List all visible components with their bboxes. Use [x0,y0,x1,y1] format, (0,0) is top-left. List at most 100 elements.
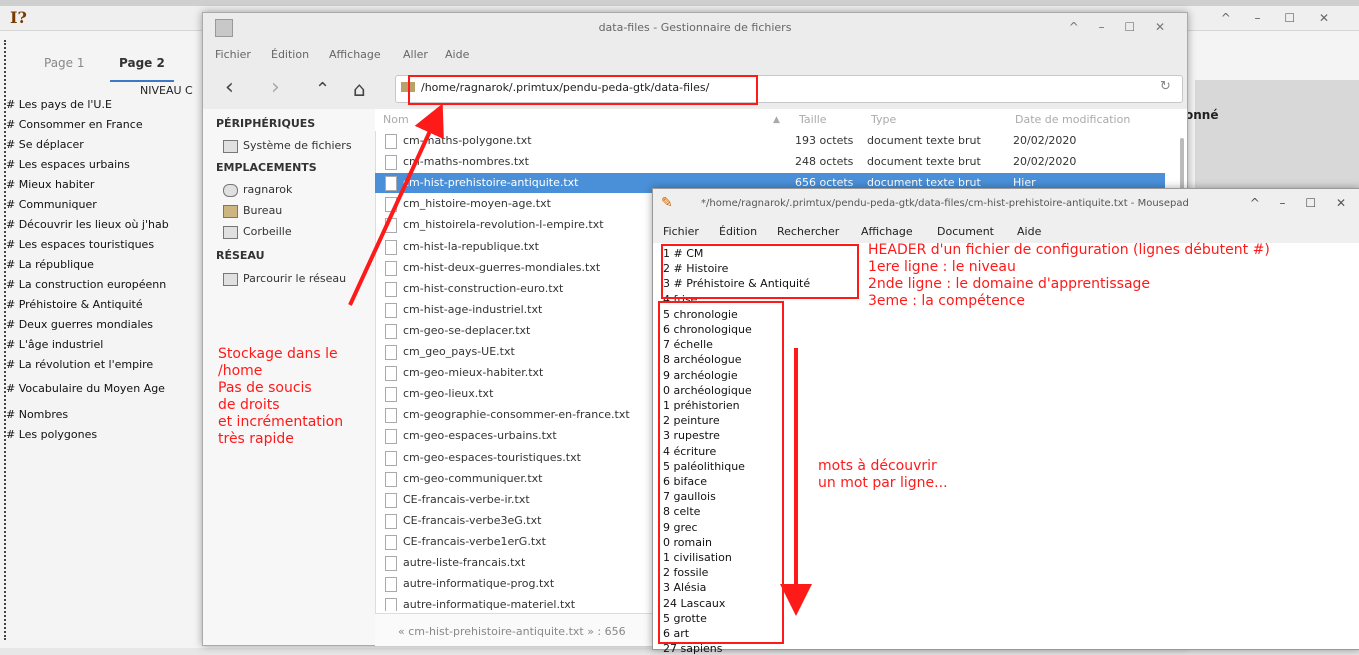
right-panel-label: onné [1185,108,1219,122]
theme-list-item[interactable]: # Vocabulaire du Moyen Age [6,382,165,395]
up-icon[interactable]: ⌃ [315,79,330,100]
theme-list-item[interactable]: # Communiquer [6,198,97,211]
file-name: autre-informatique-prog.txt [403,577,555,591]
file-name: CE-francais-verbe1erG.txt [403,534,546,548]
file-name: cm-hist-age-industriel.txt [403,302,543,316]
annotation-header-box [661,244,859,299]
annotation-header-line: 1ere ligne : le niveau [868,259,1016,275]
column-name[interactable]: Nom [383,113,409,126]
app-window-controls[interactable]: ^ – ☐ ✕ [1221,11,1339,25]
fm-status-text: « cm-hist-prehistoire-antiquite.txt » : … [398,625,626,638]
text-file-icon [385,176,397,192]
file-name: cm_geo_pays-UE.txt [403,345,515,358]
theme-list-item[interactable]: # Les pays de l'U.E [6,98,112,111]
sidebar-header-devices: PÉRIPHÉRIQUES [216,117,316,130]
home-icon[interactable]: ⌂ [353,77,366,101]
back-icon[interactable]: ‹ [225,75,234,100]
text-file-icon [385,197,397,213]
mp-menu-aide[interactable]: Aide [1017,225,1041,238]
fm-window-controls[interactable]: ^ – ☐ ✕ [1069,20,1173,34]
fm-menu-fichier[interactable]: Fichier [215,48,251,61]
annotation-storage-line: Stockage dans le [218,346,338,362]
forward-icon[interactable]: › [271,75,280,100]
network-icon [223,273,238,286]
home-folder-icon [223,184,238,197]
file-name: cm-geo-espaces-urbains.txt [403,429,557,443]
file-name: CE-francais-verbe-ir.txt [403,492,530,506]
mp-menu-edition[interactable]: Édition [719,225,757,238]
theme-list-item[interactable]: # La république [6,258,94,271]
file-name: cm-maths-polygone.txt [403,134,532,147]
text-file-icon [385,598,397,611]
file-row[interactable]: cm-maths-nombres.txt 248 octets document t… [375,152,1165,172]
sidebar-item-browse-network[interactable]: Parcourir le réseau [243,272,346,285]
theme-list-item[interactable]: # Deux guerres mondiales [6,318,153,331]
file-row[interactable]: cm-maths-polygone.txt 193 octets document … [375,131,1165,151]
theme-list-item[interactable]: # Les espaces urbains [6,158,130,171]
fm-menu-aide[interactable]: Aide [445,48,469,61]
annotation-storage-text: Stockage dans le /home Pas de soucis de … [218,346,343,448]
file-name: autre-informatique-materiel.txt [403,598,576,611]
theme-list-item[interactable]: # La construction européenn [6,278,166,291]
tab-page-1[interactable]: Page 1 [44,56,85,70]
mp-window-controls[interactable]: ^ – ☐ ✕ [1250,196,1354,210]
text-file-icon [385,260,397,276]
file-list-header: Nom ▲ Taille Type Date de modification [375,109,1187,131]
file-size: 248 octets [795,155,854,169]
file-name: cm-hist-deux-guerres-mondiales.txt [403,260,601,274]
mp-menu-fichier[interactable]: Fichier [663,225,699,238]
column-type[interactable]: Type [871,113,896,126]
theme-list-item[interactable]: # Préhistoire & Antiquité [6,298,143,311]
theme-list-item[interactable]: # La révolution et l'empire [6,358,153,371]
annotation-storage-line: très rapide [218,431,294,447]
fm-menu-edition[interactable]: Édition [271,48,309,61]
reload-icon[interactable]: ↻ [1160,79,1171,94]
file-name: cm-maths-nombres.txt [403,155,529,169]
mp-menu-document[interactable]: Document [937,225,994,238]
sidebar-item-bureau[interactable]: Bureau [243,204,282,217]
text-file-icon [385,345,397,360]
text-file-icon [385,302,397,318]
level-label: NIVEAU C [140,84,193,97]
file-name: cm-hist-la-republique.txt [403,239,539,253]
mp-menubar: Fichier Édition Rechercher Affichage Doc… [653,219,1359,243]
file-name: cm-geo-communiquer.txt [403,471,543,485]
text-file-icon [385,492,397,508]
file-name: cm-geographie-consommer-en-france.txt [403,408,630,422]
theme-list-item[interactable]: # Les espaces touristiques [6,238,154,251]
annotation-words-line: un mot par ligne... [818,475,948,491]
mp-menu-rechercher[interactable]: Rechercher [777,225,839,238]
theme-list-item[interactable]: # L'âge industriel [6,338,103,351]
text-file-icon [385,134,397,149]
text-file-icon [385,450,397,466]
theme-list-item[interactable]: # Les polygones [6,428,97,441]
file-size: 193 octets [795,134,854,147]
fm-menubar: Fichier Édition Affichage Aller Aide [203,43,1187,67]
fm-menu-affichage[interactable]: Affichage [329,48,381,61]
sidebar-item-filesystem[interactable]: Système de fichiers [243,139,352,152]
text-file-icon [385,239,397,255]
theme-list-item[interactable]: # Découvrir les lieux où j'hab [6,218,169,231]
theme-list-item[interactable]: # Nombres [6,408,68,421]
tab-page-2[interactable]: Page 2 [119,56,165,70]
fm-menu-aller[interactable]: Aller [403,48,428,61]
text-file-icon [385,556,397,571]
sidebar-item-corbeille[interactable]: Corbeille [243,225,292,238]
annotation-storage-line: de droits [218,397,280,413]
app-logo: I? [10,8,27,27]
annotation-header-line: 3eme : la compétence [868,293,1025,309]
sidebar-item-ragnarok[interactable]: ragnarok [243,183,292,196]
column-date[interactable]: Date de modification [1015,113,1130,126]
file-name: cm-hist-construction-euro.txt [403,281,564,295]
file-name: autre-liste-francais.txt [403,556,526,569]
theme-list-item[interactable]: # Se déplacer [6,138,84,151]
mp-title: */home/ragnarok/.primtux/pendu-peda-gtk/… [701,198,1189,209]
annotation-storage-line: et incrémentation [218,414,344,430]
mp-menu-affichage[interactable]: Affichage [861,225,913,238]
column-size[interactable]: Taille [799,113,827,126]
annotation-storage-line: Pas de soucis [218,380,312,396]
text-file-icon [385,471,397,487]
file-date: 20/02/2020 [1013,134,1077,147]
theme-list-item[interactable]: # Consommer en France [6,118,143,131]
theme-list-item[interactable]: # Mieux habiter [6,178,94,191]
